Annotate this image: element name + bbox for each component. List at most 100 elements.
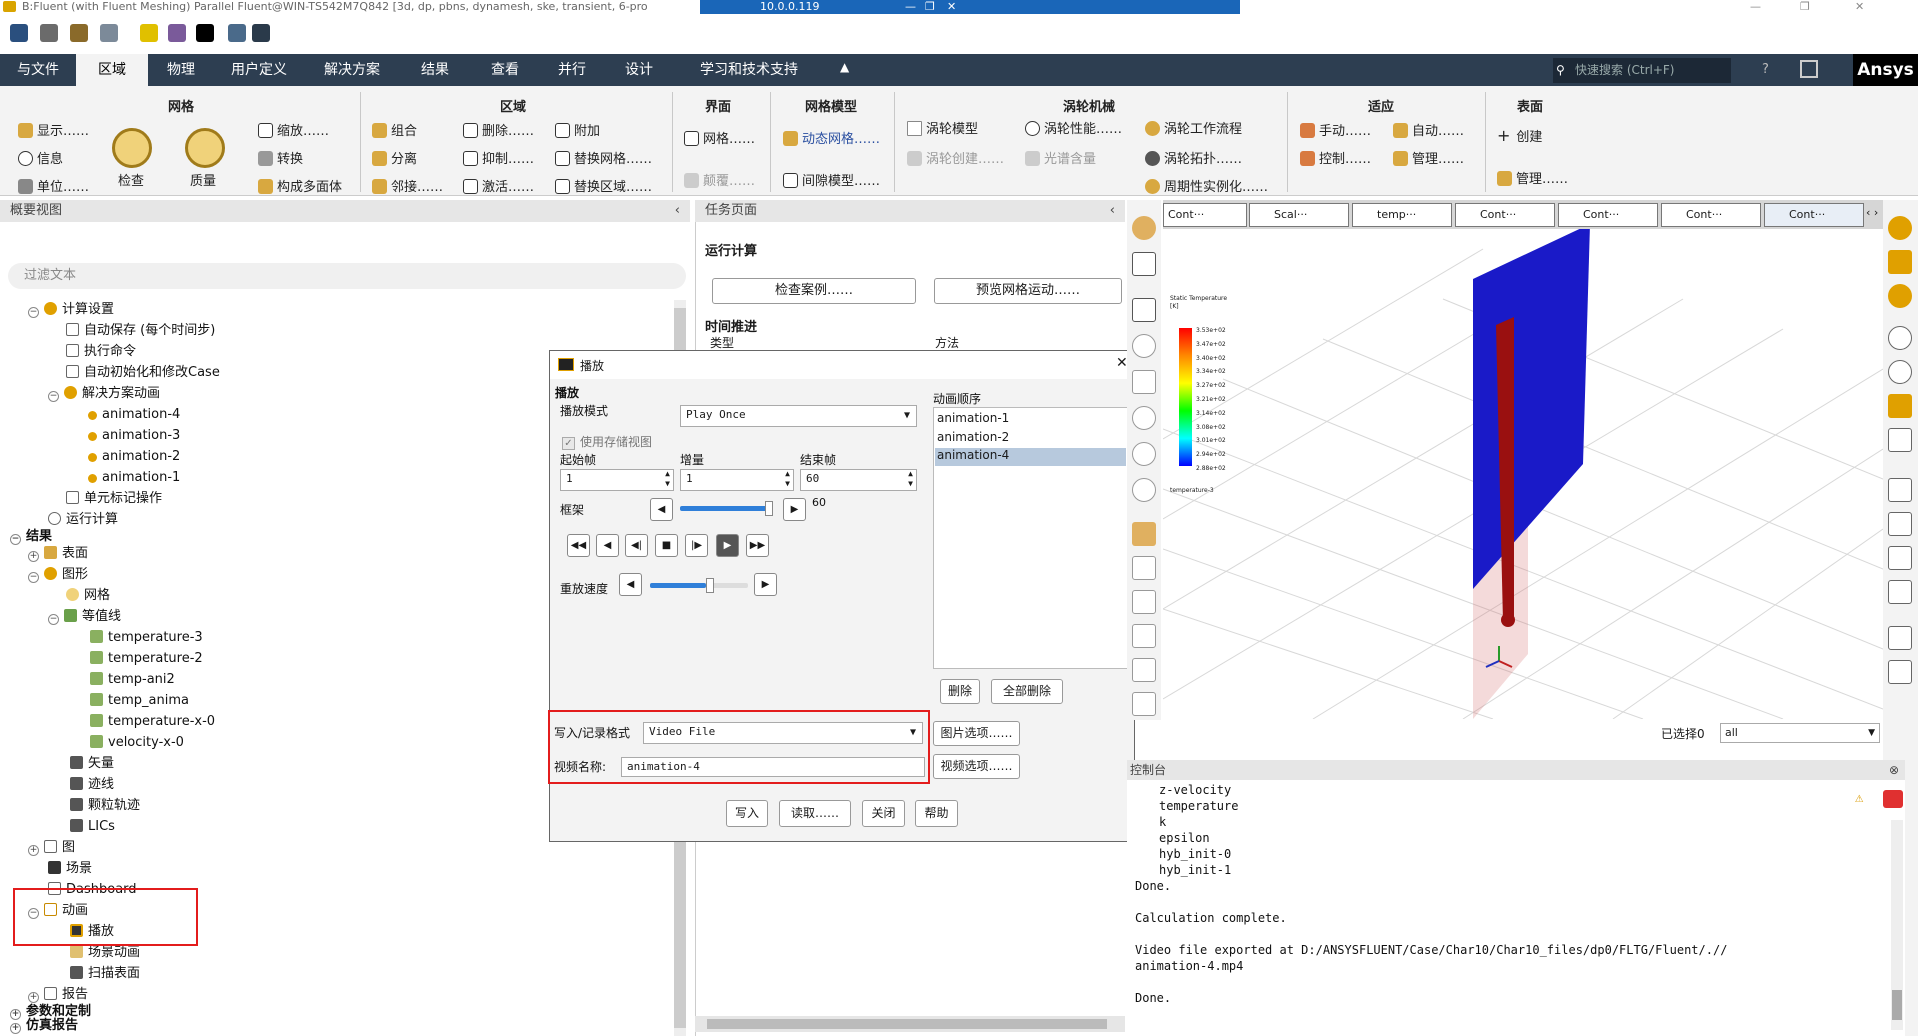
tab-physics[interactable]: 物理	[148, 54, 214, 86]
tab-temp[interactable]: temp···	[1352, 203, 1452, 227]
play-button[interactable]: ▶	[716, 534, 739, 557]
preview-mesh-motion-button[interactable]: 预览网格运动……	[934, 278, 1122, 304]
expand-icon[interactable]: +	[28, 551, 39, 562]
tab-contour-active[interactable]: Cont···	[1764, 203, 1864, 227]
zone-combine-button[interactable]: 组合	[372, 120, 417, 139]
tree-surfaces[interactable]: + 表面	[28, 544, 88, 564]
tab-parallel[interactable]: 并行	[540, 54, 604, 86]
tree-lics[interactable]: LICs	[70, 817, 115, 837]
tree-cell-register[interactable]: 单元标记操作	[66, 489, 162, 509]
window-restore-icon[interactable]: ❐	[1800, 0, 1810, 13]
lightning-icon[interactable]	[140, 24, 158, 42]
collapse-icon[interactable]: −	[48, 614, 59, 625]
tree-animation-4[interactable]: animation-4	[88, 405, 180, 425]
tree-contour-temperature-2[interactable]: temperature-2	[90, 649, 203, 669]
tree-animation-3[interactable]: animation-3	[88, 426, 180, 446]
outline-filter-input[interactable]: 过滤文本	[8, 263, 686, 289]
pan-icon[interactable]	[1132, 370, 1156, 394]
tab-learning[interactable]: 学习和技术支持	[674, 54, 824, 86]
turbo-model-checkbox[interactable]: 涡轮模型	[907, 118, 978, 137]
tree-animation-1[interactable]: animation-1	[88, 468, 180, 488]
adapt-manage-button[interactable]: 管理……	[1393, 148, 1464, 167]
speed-slider-thumb[interactable]	[706, 578, 714, 593]
collapse-panel-icon[interactable]: ‹	[675, 200, 680, 222]
close-icon[interactable]: ✕	[947, 0, 956, 14]
end-frame-stepper[interactable]: 60 ▲ ▼	[800, 469, 917, 491]
adapt-auto-button[interactable]: 自动……	[1393, 120, 1464, 139]
tab-contour-2[interactable]: Cont···	[1455, 203, 1555, 227]
start-frame-stepper[interactable]: 1 ▲ ▼	[560, 469, 674, 491]
check-case-button[interactable]: 检查案例……	[712, 278, 916, 304]
zone-activate-button[interactable]: 激活……	[463, 176, 534, 195]
graphics-window[interactable]: Static Temperature [K] 3.53e+02 3.47e+02 3…	[1163, 229, 1883, 719]
expand-icon[interactable]: +	[10, 1023, 21, 1034]
collapse-icon[interactable]: −	[10, 534, 21, 545]
plot-line-icon[interactable]	[1888, 478, 1912, 502]
hide-icon[interactable]	[1888, 360, 1912, 384]
tree-run-calculation[interactable]: 运行计算	[48, 510, 118, 530]
collapse-ribbon-icon[interactable]: ▲	[840, 60, 849, 74]
layout-toggle-icon[interactable]	[1800, 60, 1818, 78]
zone-adjacency-button[interactable]: 邻接……	[372, 176, 443, 195]
plugin-icon[interactable]	[168, 24, 186, 42]
material-icon[interactable]	[1888, 250, 1912, 274]
tree-setup[interactable]: − 计算设置	[28, 300, 114, 320]
pointer-icon[interactable]	[1132, 298, 1156, 322]
help-icon[interactable]: ?	[1762, 62, 1769, 77]
minimize-icon[interactable]: —	[905, 0, 916, 14]
animation-sequence-list[interactable]: animation-1 animation-2 animation-4	[933, 407, 1128, 669]
frame-slider-track[interactable]	[680, 506, 773, 511]
frame-decrement-button[interactable]: ◀	[650, 498, 673, 521]
tree-pathlines[interactable]: 迹线	[70, 775, 114, 795]
file-open-icon[interactable]	[10, 24, 28, 42]
video-options-button[interactable]: 视频选项……	[933, 754, 1020, 779]
undo-icon[interactable]	[1888, 428, 1912, 452]
tree-contour-temperature-3[interactable]: temperature-3	[90, 628, 203, 648]
settings-icon[interactable]	[228, 24, 246, 42]
collapse-icon[interactable]: −	[28, 572, 39, 583]
console-scrollbar[interactable]	[1891, 820, 1903, 1030]
zoom-fit-icon[interactable]	[1132, 624, 1156, 648]
zoom-out-icon[interactable]	[1132, 590, 1156, 614]
frame-increment-button[interactable]: ▶	[783, 498, 806, 521]
save-icon[interactable]	[70, 24, 88, 42]
mesh-info-button[interactable]: 信息	[18, 148, 63, 167]
tab-view[interactable]: 查看	[470, 54, 540, 86]
tree-autosave[interactable]: 自动保存 (每个时间步)	[66, 321, 215, 341]
task-hscrollbar[interactable]	[695, 1016, 1125, 1032]
tree-graphics[interactable]: − 图形	[28, 565, 88, 585]
console-close-icon[interactable]: ⊗	[1889, 760, 1899, 780]
window-minimize-icon[interactable]: —	[1750, 0, 1761, 13]
turbo-create-button[interactable]: 涡轮创建……	[907, 148, 1004, 167]
mesh-quality-button[interactable]: 质量	[190, 170, 216, 189]
quality-icon[interactable]	[185, 128, 225, 168]
tab-contour-4[interactable]: Cont···	[1661, 203, 1761, 227]
mesh-display-button[interactable]: 显示……	[18, 120, 89, 139]
replace-mesh-button[interactable]: 替换网格……	[555, 148, 652, 167]
tree-contour-temp-anima[interactable]: temp_anima	[90, 691, 189, 711]
view-layout-icon[interactable]	[1132, 252, 1156, 276]
axis-icon[interactable]	[1132, 658, 1156, 682]
speed-slider-track[interactable]	[650, 583, 748, 588]
mesh-transform-button[interactable]: 转换	[258, 148, 303, 167]
probe-icon[interactable]	[1132, 478, 1156, 502]
quick-search-input[interactable]: ⚲ 快速搜索 (Ctrl+F)	[1553, 58, 1731, 83]
read-button[interactable]: 读取……	[779, 800, 851, 827]
delete-button[interactable]: 删除	[940, 679, 980, 704]
tab-contour-1[interactable]: Cont···	[1163, 203, 1247, 227]
speed-increment-button[interactable]: ▶	[754, 573, 777, 596]
lighting-icon[interactable]	[1888, 216, 1912, 240]
tab-user-defined[interactable]: 用户定义	[214, 54, 304, 86]
gap-model-button[interactable]: 间隙模型……	[783, 170, 880, 189]
interface-mesh-button[interactable]: 网格……	[684, 128, 755, 147]
tree-contours[interactable]: − 等值线	[48, 607, 121, 627]
step-forward-button[interactable]: |▶	[685, 534, 708, 557]
dynamic-mesh-button[interactable]: 动态网格……	[783, 128, 880, 147]
visibility-icon[interactable]	[1888, 326, 1912, 350]
write-button[interactable]: 写入	[726, 800, 768, 827]
speed-decrement-button[interactable]: ◀	[619, 573, 642, 596]
close-button[interactable]: 关闭	[862, 800, 905, 827]
make-polyhedra-button[interactable]: 构成多面体	[258, 176, 342, 195]
tree-solution-animation[interactable]: − 解决方案动画	[48, 384, 160, 404]
fit-view-icon[interactable]	[1132, 216, 1156, 240]
